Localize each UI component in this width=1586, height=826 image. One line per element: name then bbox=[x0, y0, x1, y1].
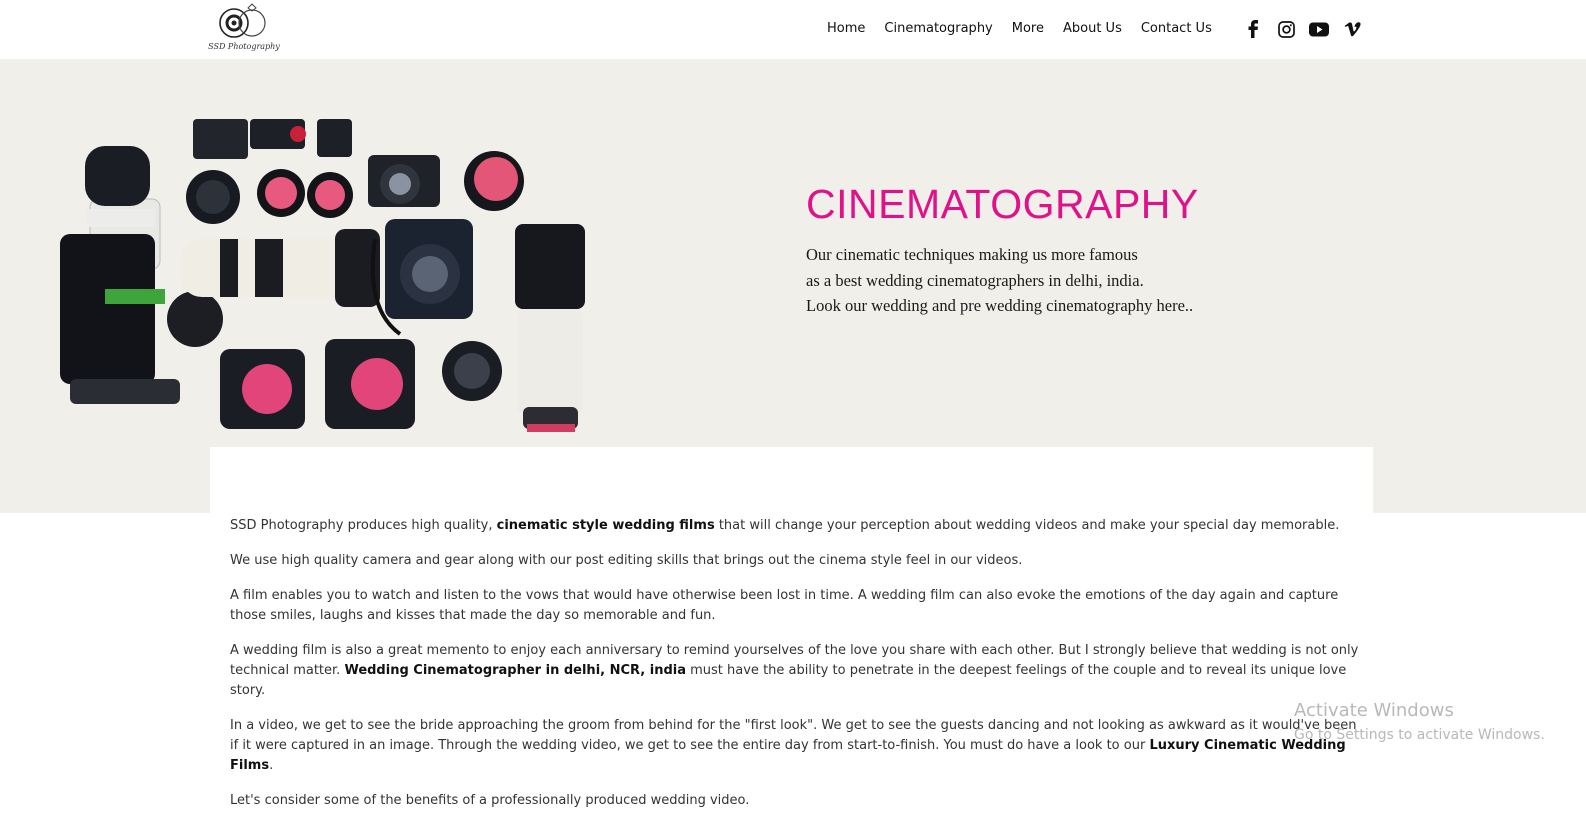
nav-contact-us[interactable]: Contact Us bbox=[1141, 20, 1212, 38]
logo-text: SSD Photography bbox=[208, 42, 280, 51]
paragraph-5: In a video, we get to see the bride appr… bbox=[230, 716, 1360, 776]
text: that will change your perception about w… bbox=[714, 518, 1340, 533]
hero-description: Our cinematic techniques making us more … bbox=[806, 242, 1193, 319]
article-content: SSD Photography produces high quality, c… bbox=[230, 516, 1360, 826]
bold-phrase: cinematic style wedding films bbox=[496, 518, 715, 533]
paragraph-3: A film enables you to watch and listen t… bbox=[230, 588, 1339, 623]
activate-windows-watermark: Activate Windows Go to Settings to activ… bbox=[1294, 700, 1545, 746]
bold-phrase: Wedding Cinematographer in delhi, NCR, i… bbox=[344, 663, 686, 678]
paragraph-2: We use high quality camera and gear alon… bbox=[230, 553, 1023, 568]
hero-section: CINEMATOGRAPHY Our cinematic techniques … bbox=[0, 59, 1586, 513]
hero-line-1: Our cinematic techniques making us more … bbox=[806, 245, 1138, 264]
nav-more[interactable]: More bbox=[1012, 20, 1044, 38]
watermark-subtitle: Go to Settings to activate Windows. bbox=[1294, 727, 1545, 743]
paragraph-4: A wedding film is also a great memento t… bbox=[230, 641, 1360, 701]
main-nav: Home Cinematography More About Us Contac… bbox=[827, 20, 1231, 38]
nav-home[interactable]: Home bbox=[827, 20, 865, 38]
text: SSD Photography produces high quality, bbox=[230, 518, 497, 533]
facebook-icon[interactable] bbox=[1243, 19, 1263, 39]
paragraph-1: SSD Photography produces high quality, c… bbox=[230, 516, 1360, 536]
hero-line-3: Look our wedding and pre wedding cinemat… bbox=[806, 296, 1194, 315]
logo-rings-icon bbox=[219, 3, 266, 38]
social-links bbox=[1243, 19, 1375, 39]
instagram-icon[interactable] bbox=[1276, 19, 1296, 39]
nav-cinematography[interactable]: Cinematography bbox=[884, 20, 992, 38]
site-header: SSD Photography Home Cinematography More… bbox=[0, 0, 1586, 59]
page-title: CINEMATOGRAPHY bbox=[806, 181, 1199, 227]
paragraph-6: Let's consider some of the benefits of a… bbox=[230, 793, 750, 808]
vimeo-icon[interactable] bbox=[1342, 19, 1362, 39]
site-logo[interactable]: SSD Photography bbox=[208, 2, 280, 56]
hero-line-2: as a best wedding cinematographers in de… bbox=[806, 270, 1144, 290]
youtube-icon[interactable] bbox=[1309, 19, 1329, 39]
nav-about-us[interactable]: About Us bbox=[1063, 20, 1122, 38]
text: . bbox=[269, 758, 274, 773]
watermark-title: Activate Windows bbox=[1294, 700, 1454, 721]
camera-gear-image bbox=[60, 119, 585, 432]
